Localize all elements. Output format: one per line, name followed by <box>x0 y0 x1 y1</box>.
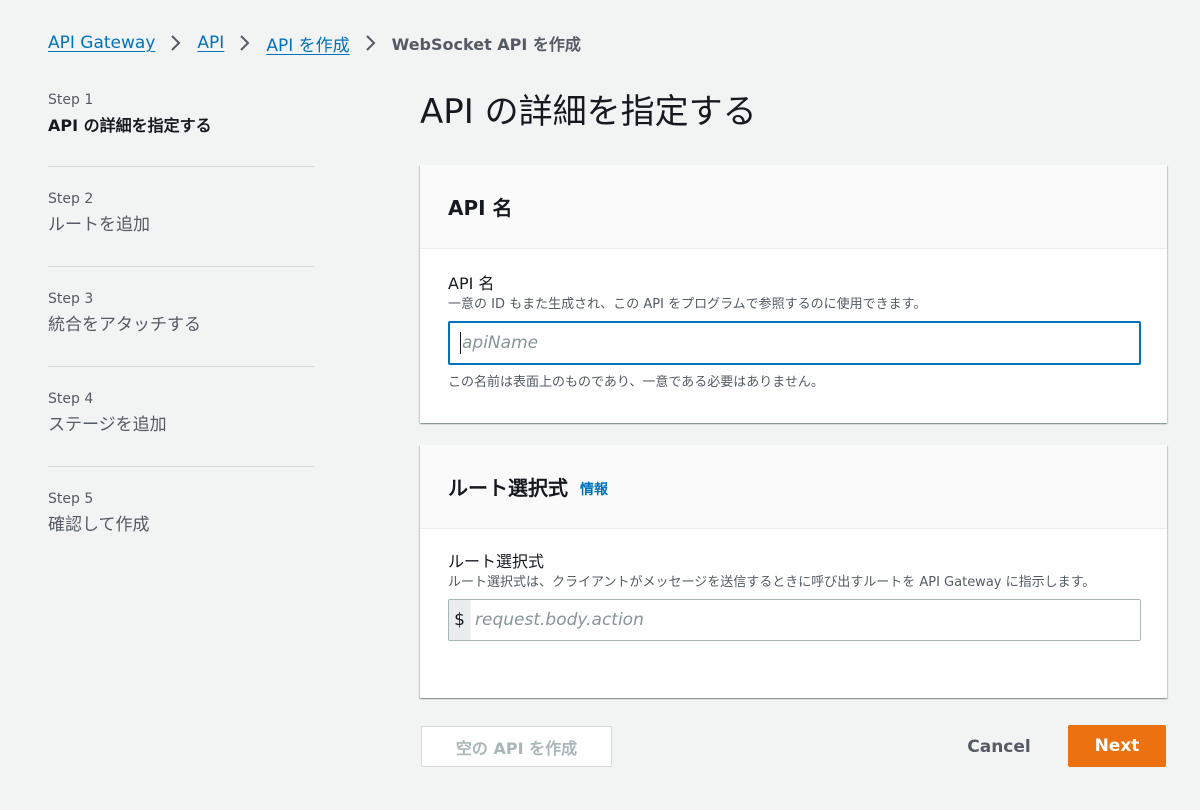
step-title: API の詳細を指定する <box>48 116 212 135</box>
step-number: Step 2 <box>48 191 94 207</box>
route-selection-input[interactable]: $ request.body.action <box>448 599 1141 641</box>
panel-body: API 名 一意の ID もまた生成され、この API をプログラムで参照するの… <box>420 249 1167 393</box>
step-number: Step 3 <box>48 291 94 307</box>
page-title: API の詳細を指定する <box>420 92 757 132</box>
chevron-right-icon <box>162 31 190 55</box>
create-empty-api-button[interactable]: 空の API を作成 <box>421 726 612 767</box>
step-title: ルートを追加 <box>48 215 150 235</box>
panel-header: ルート選択式 情報 <box>420 445 1167 529</box>
api-name-panel: API 名 API 名 一意の ID もまた生成され、この API をプログラム… <box>420 165 1167 423</box>
breadcrumb-link-create-api[interactable]: API を作成 <box>266 31 349 56</box>
cancel-button[interactable]: Cancel <box>952 726 1046 767</box>
dollar-prefix: $ <box>449 600 471 640</box>
next-button[interactable]: Next <box>1068 725 1166 767</box>
route-selection-panel: ルート選択式 情報 ルート選択式 ルート選択式は、クライアントがメッセージを送信… <box>420 445 1167 698</box>
api-name-input[interactable]: apiName <box>448 321 1141 365</box>
panel-header: API 名 <box>420 165 1167 249</box>
api-name-label: API 名 <box>448 274 495 293</box>
panel-title: API 名 <box>448 196 513 220</box>
route-selection-placeholder: request.body.action <box>475 610 644 630</box>
info-link[interactable]: 情報 <box>580 479 608 499</box>
api-name-placeholder: apiName <box>462 333 539 353</box>
chevron-right-icon <box>231 31 259 55</box>
step-title: 統合をアタッチする <box>48 315 201 335</box>
breadcrumb: API Gateway API API を作成 WebSocket API を作… <box>48 31 581 56</box>
panel-title: ルート選択式 <box>448 476 568 500</box>
step-title: ステージを追加 <box>48 415 167 435</box>
api-name-hint: この名前は表面上のものであり、一意である必要はありません。 <box>448 375 824 390</box>
step-number: Step 1 <box>48 92 94 108</box>
breadcrumb-link-api-gateway[interactable]: API Gateway <box>48 33 155 53</box>
panel-body: ルート選択式 ルート選択式は、クライアントがメッセージを送信するときに呼び出すル… <box>420 529 1167 641</box>
route-selection-label: ルート選択式 <box>448 552 545 571</box>
wizard-step-4: Step 4 ステージを追加 <box>48 367 314 467</box>
wizard-step-2: Step 2 ルートを追加 <box>48 167 314 267</box>
breadcrumb-link-api[interactable]: API <box>197 33 224 53</box>
text-caret <box>460 332 461 354</box>
chevron-right-icon <box>357 31 385 55</box>
wizard-steps: Step 1 API の詳細を指定する Step 2 ルートを追加 Step 3… <box>48 90 314 567</box>
step-title: 確認して作成 <box>48 515 150 535</box>
route-selection-description: ルート選択式は、クライアントがメッセージを送信するときに呼び出すルートを API… <box>448 575 1096 590</box>
breadcrumb-current: WebSocket API を作成 <box>391 35 581 54</box>
step-number: Step 5 <box>48 491 94 507</box>
api-name-description: 一意の ID もまた生成され、この API をプログラムで参照するのに使用できま… <box>448 297 927 312</box>
wizard-step-3: Step 3 統合をアタッチする <box>48 267 314 367</box>
step-number: Step 4 <box>48 391 94 407</box>
wizard-step-5: Step 5 確認して作成 <box>48 467 314 567</box>
create-websocket-api-page: API Gateway API API を作成 WebSocket API を作… <box>0 0 1200 810</box>
wizard-step-1: Step 1 API の詳細を指定する <box>48 90 314 167</box>
